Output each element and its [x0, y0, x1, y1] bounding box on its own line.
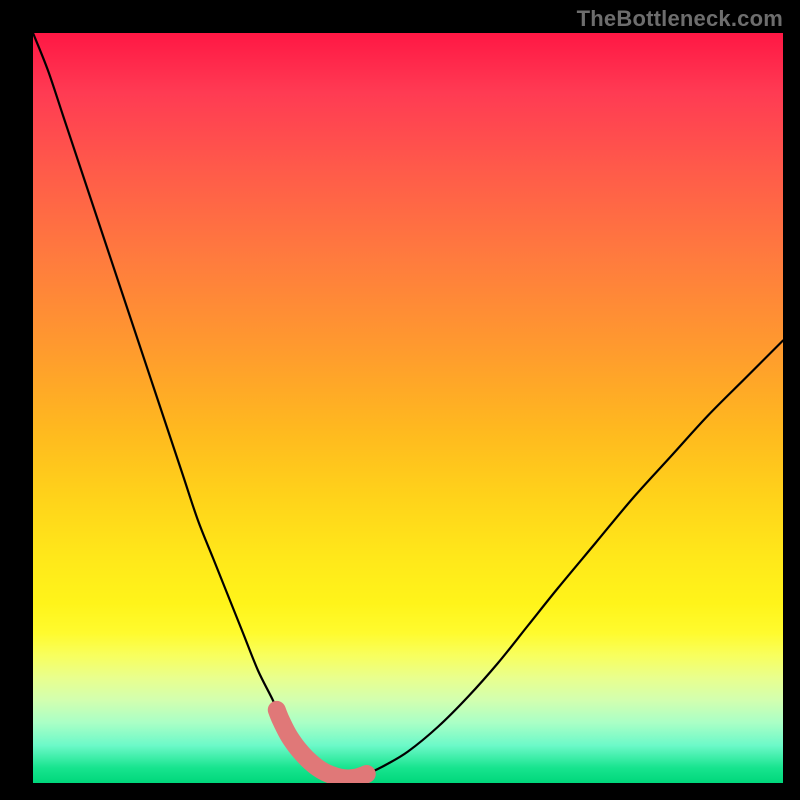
- watermark-text: TheBottleneck.com: [577, 6, 783, 32]
- optimal-zone-marker: [277, 710, 367, 779]
- bottleneck-curve-chart: [33, 33, 783, 783]
- bottleneck-curve: [33, 33, 783, 779]
